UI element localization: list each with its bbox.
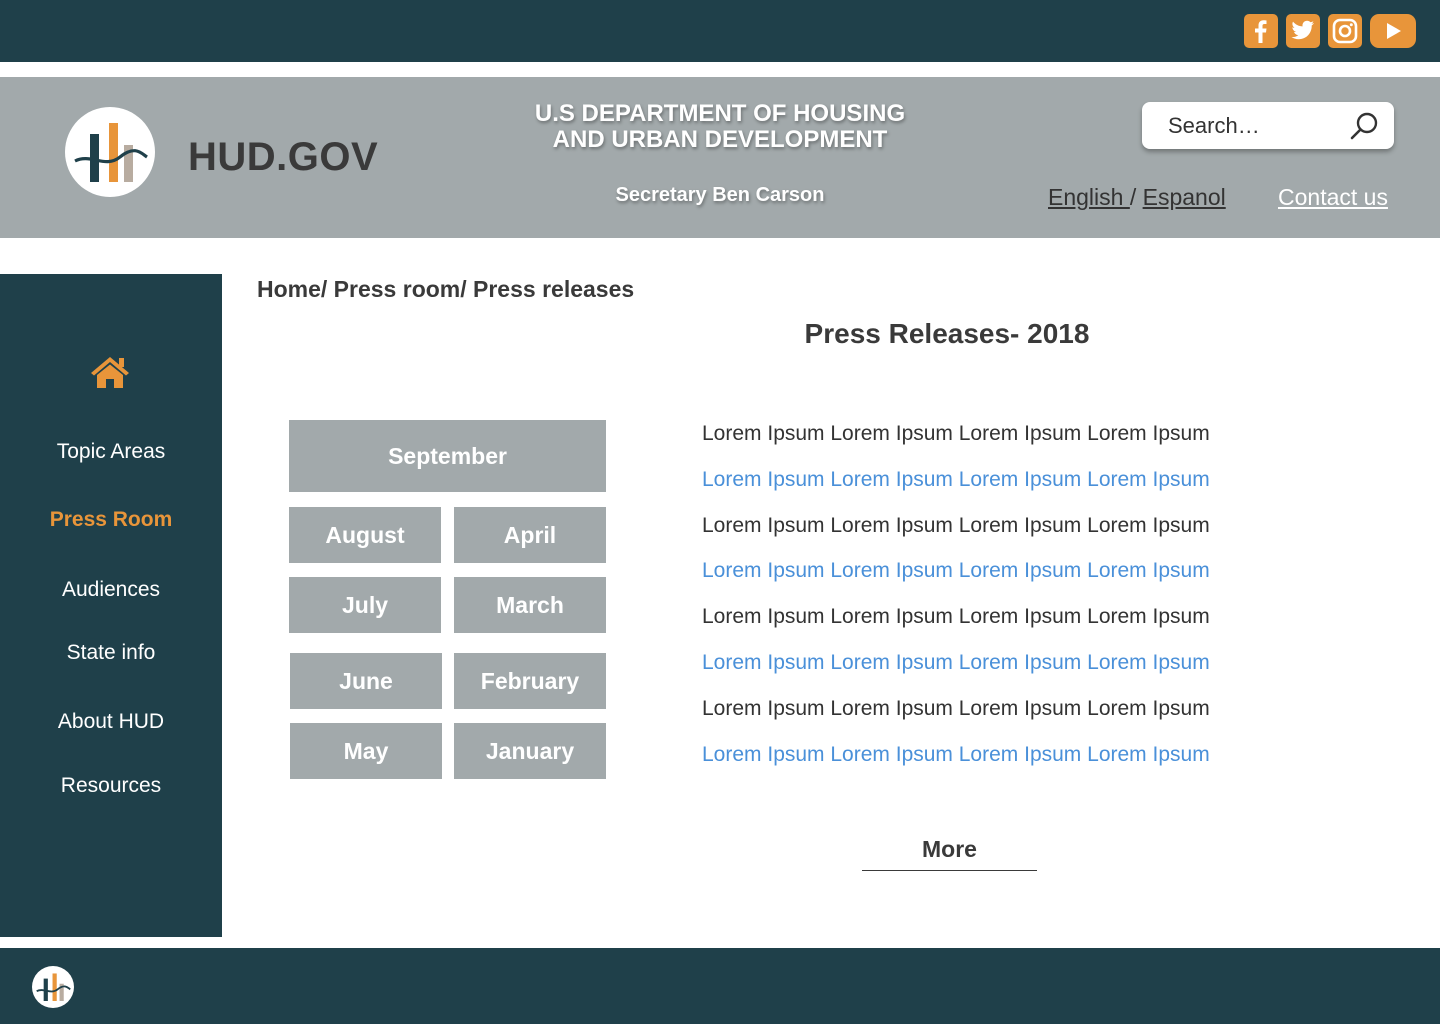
- search-box: [1142, 102, 1394, 149]
- facebook-icon[interactable]: [1244, 14, 1278, 48]
- month-march-button[interactable]: March: [454, 577, 606, 633]
- site-footer: [0, 948, 1440, 1024]
- top-bar: [0, 0, 1440, 62]
- sidebar-item-state-info[interactable]: State info: [0, 641, 222, 665]
- sidebar-item-audiences[interactable]: Audiences: [0, 578, 222, 602]
- month-may-button[interactable]: May: [290, 723, 442, 779]
- hud-logo-mark: [74, 123, 148, 182]
- month-july-button[interactable]: July: [289, 577, 441, 633]
- site-header: HUD.GOV U.S DEPARTMENT OF HOUSING AND UR…: [0, 77, 1440, 238]
- press-release-link[interactable]: Lorem Ipsum Lorem Ipsum Lorem Ipsum Lore…: [702, 743, 1210, 767]
- month-february-button[interactable]: February: [454, 653, 606, 709]
- month-september-button[interactable]: September: [289, 420, 606, 492]
- language-switcher: English / Espanol: [1048, 184, 1226, 211]
- breadcrumb[interactable]: Home/ Press room/ Press releases: [257, 276, 634, 303]
- search-icon[interactable]: [1348, 110, 1380, 142]
- press-release-link[interactable]: Lorem Ipsum Lorem Ipsum Lorem Ipsum Lore…: [702, 468, 1210, 492]
- month-january-button[interactable]: January: [454, 723, 606, 779]
- social-links: [1244, 14, 1416, 48]
- lang-english-link[interactable]: English: [1048, 184, 1130, 210]
- press-release-link[interactable]: Lorem Ipsum Lorem Ipsum Lorem Ipsum Lore…: [702, 651, 1210, 675]
- home-icon[interactable]: [89, 354, 131, 390]
- sidebar-item-resources[interactable]: Resources: [0, 774, 222, 798]
- sidebar-item-press-room[interactable]: Press Room: [0, 508, 222, 532]
- lang-separator: /: [1129, 184, 1143, 210]
- sidebar-nav: Topic Areas Press Room Audiences State i…: [0, 274, 222, 937]
- more-button[interactable]: More: [862, 836, 1037, 871]
- footer-logo[interactable]: [32, 966, 74, 1008]
- press-release-item: Lorem Ipsum Lorem Ipsum Lorem Ipsum Lore…: [702, 422, 1210, 445]
- contact-us-link[interactable]: Contact us: [1278, 184, 1388, 211]
- department-title-line2: AND URBAN DEVELOPMENT: [552, 126, 888, 153]
- press-release-item: Lorem Ipsum Lorem Ipsum Lorem Ipsum Lore…: [702, 514, 1210, 537]
- search-input[interactable]: [1142, 102, 1342, 149]
- press-release-item: Lorem Ipsum Lorem Ipsum Lorem Ipsum Lore…: [702, 697, 1210, 720]
- month-august-button[interactable]: August: [289, 507, 441, 563]
- twitter-icon[interactable]: [1286, 14, 1320, 48]
- youtube-icon[interactable]: [1370, 14, 1416, 48]
- department-title-line1: U.S DEPARTMENT OF HOUSING: [534, 100, 906, 127]
- press-release-link[interactable]: Lorem Ipsum Lorem Ipsum Lorem Ipsum Lore…: [702, 559, 1210, 583]
- lang-espanol-link[interactable]: Espanol: [1143, 184, 1226, 210]
- sidebar-item-about-hud[interactable]: About HUD: [0, 710, 222, 734]
- press-release-item: Lorem Ipsum Lorem Ipsum Lorem Ipsum Lore…: [702, 605, 1210, 628]
- page-title: Press Releases- 2018: [804, 318, 1090, 349]
- hud-logo[interactable]: [65, 107, 155, 197]
- secretary-name: Secretary Ben Carson: [615, 184, 825, 206]
- site-name[interactable]: HUD.GOV: [188, 135, 378, 180]
- month-june-button[interactable]: June: [290, 653, 442, 709]
- month-april-button[interactable]: April: [454, 507, 606, 563]
- instagram-icon[interactable]: [1328, 14, 1362, 48]
- department-title: U.S DEPARTMENT OF HOUSING AND URBAN DEVE…: [470, 101, 970, 153]
- footer-logo-mark: [36, 973, 71, 1001]
- sidebar-item-topic-areas[interactable]: Topic Areas: [0, 440, 222, 464]
